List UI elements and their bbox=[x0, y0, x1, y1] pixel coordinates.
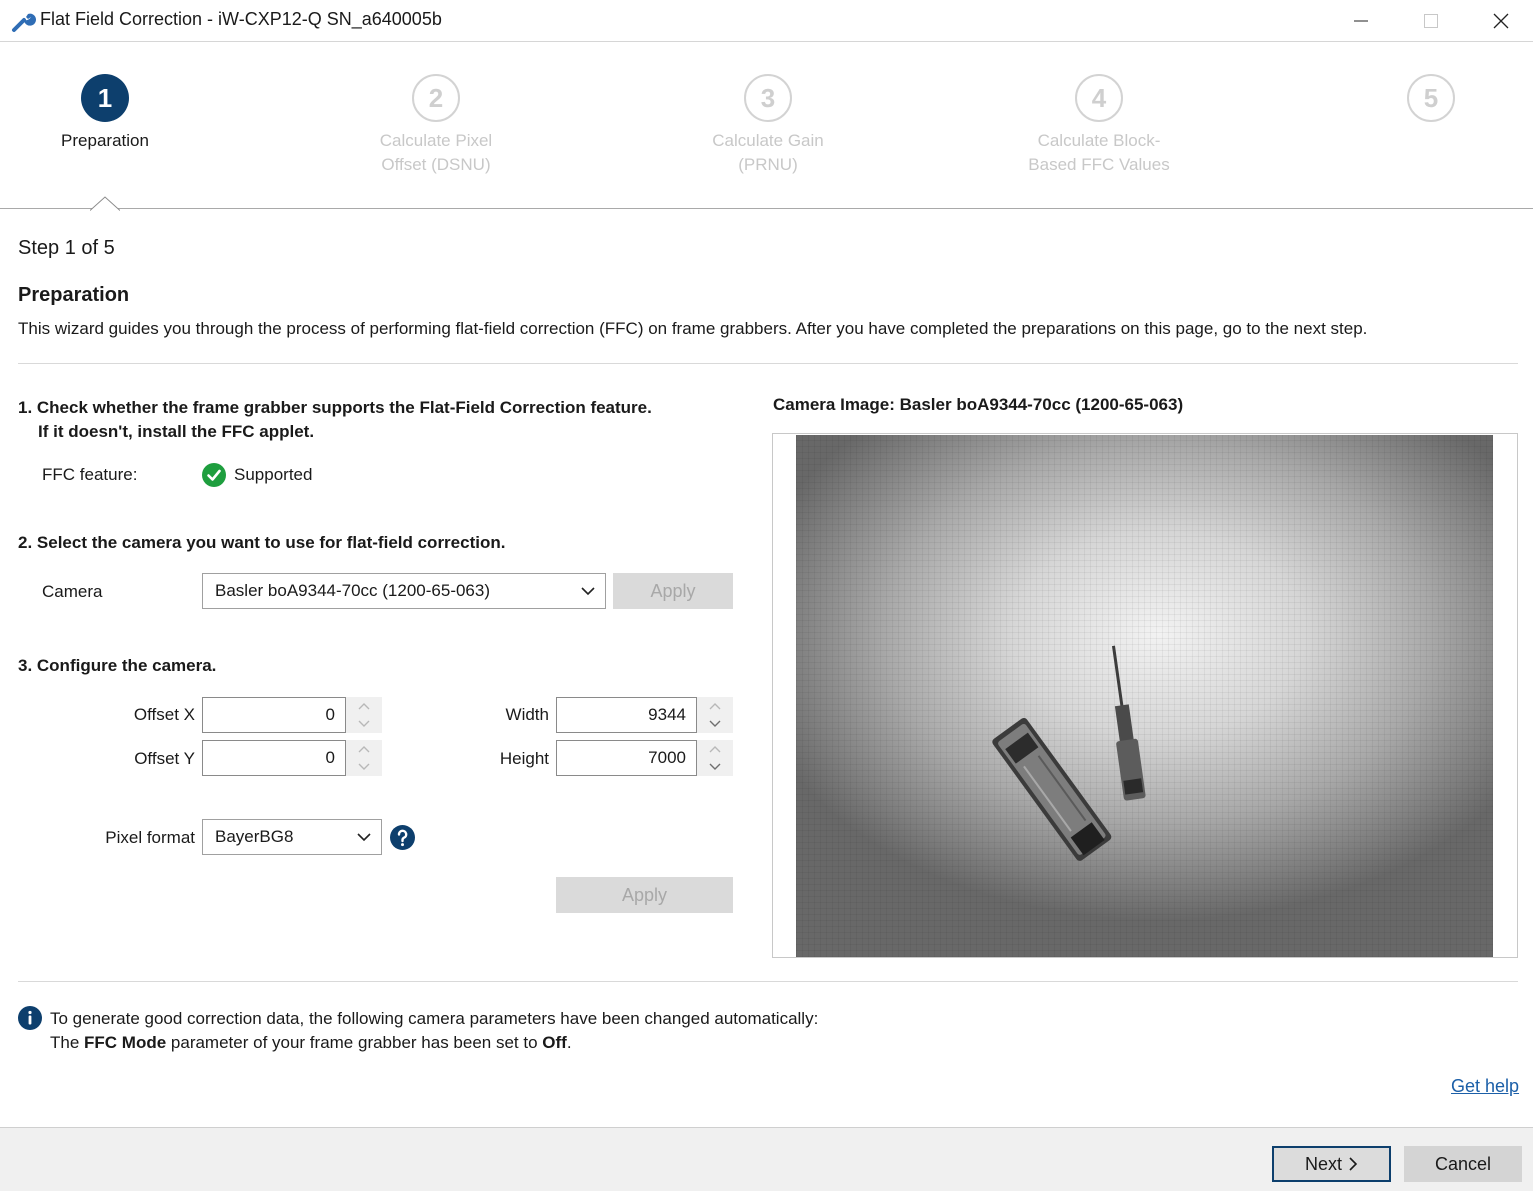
minimize-button[interactable] bbox=[1326, 0, 1396, 42]
offset-y-decrement-button[interactable] bbox=[346, 758, 382, 776]
ffc-feature-label: FFC feature: bbox=[42, 465, 138, 484]
chevron-up-icon bbox=[358, 703, 370, 710]
step-4-label: Calculate Block-Based FFC Values bbox=[1028, 131, 1170, 174]
chevron-up-icon bbox=[709, 703, 721, 710]
next-button[interactable]: Next bbox=[1272, 1146, 1391, 1182]
info-line-2-mid: parameter of your frame grabber has been… bbox=[166, 1033, 543, 1052]
next-button-label: Next bbox=[1304, 1153, 1342, 1174]
chevron-down-icon bbox=[709, 720, 721, 727]
offset-x-increment-button[interactable] bbox=[346, 697, 382, 715]
offset-y-field[interactable]: 0 bbox=[202, 740, 346, 776]
chevron-up-icon bbox=[358, 746, 370, 753]
width-spinner[interactable] bbox=[697, 697, 733, 733]
pixel-format-label: Pixel format bbox=[105, 828, 195, 847]
get-help-link[interactable]: Get help bbox=[1451, 1076, 1519, 1097]
configure-apply-button[interactable]: Apply bbox=[556, 877, 733, 913]
step-3-number: 3 bbox=[744, 74, 792, 122]
title-bar: Flat Field Correction - iW-CXP12-Q SN_a6… bbox=[0, 0, 1533, 42]
info-ffc-mode: FFC Mode bbox=[84, 1033, 167, 1052]
info-line-2-prefix: The bbox=[50, 1033, 85, 1052]
camera-image bbox=[796, 435, 1493, 957]
step-5-number: 5 bbox=[1407, 74, 1455, 122]
section-1-title: 1. Check whether the frame grabber suppo… bbox=[18, 396, 652, 444]
header-divider bbox=[18, 363, 1518, 364]
info-icon bbox=[18, 1006, 42, 1030]
page-description: This wizard guides you through the proce… bbox=[18, 319, 1368, 338]
ffc-status: Supported bbox=[234, 465, 313, 484]
width-field[interactable]: 9344 bbox=[556, 697, 697, 733]
step-4-number: 4 bbox=[1075, 74, 1123, 122]
cancel-button[interactable]: Cancel bbox=[1404, 1146, 1522, 1182]
section-1-title-line1: 1. Check whether the frame grabber suppo… bbox=[18, 398, 652, 417]
offset-y-increment-button[interactable] bbox=[346, 740, 382, 758]
chevron-up-icon bbox=[709, 746, 721, 753]
offset-x-field[interactable]: 0 bbox=[202, 697, 346, 733]
check-circle-icon bbox=[202, 463, 226, 487]
close-icon bbox=[1493, 13, 1509, 29]
offset-x-spinner[interactable] bbox=[346, 697, 382, 733]
info-off-value: Off bbox=[542, 1033, 567, 1052]
page-title: Preparation bbox=[18, 284, 130, 306]
camera-image-objects bbox=[992, 645, 1146, 861]
height-spinner[interactable] bbox=[697, 740, 733, 776]
pixel-format-value: BayerBG8 bbox=[215, 827, 294, 846]
step-2-label: Calculate Pixel Offset (DSNU) bbox=[379, 131, 493, 174]
info-line-2-suffix: . bbox=[566, 1033, 572, 1052]
camera-label: Camera bbox=[42, 582, 103, 601]
wrench-icon bbox=[12, 13, 36, 32]
height-field[interactable]: 7000 bbox=[556, 740, 697, 776]
offset-y-label: Offset Y bbox=[134, 749, 195, 768]
chevron-down-icon bbox=[358, 763, 370, 770]
offset-y-spinner[interactable] bbox=[346, 740, 382, 776]
maximize-button[interactable] bbox=[1396, 0, 1466, 42]
pixel-format-select[interactable]: BayerBG8 bbox=[202, 819, 382, 855]
camera-image-title: Camera Image: Basler boA9344-70cc (1200-… bbox=[773, 395, 1184, 414]
width-label: Width bbox=[505, 705, 549, 724]
step-2: 2 Calculate Pixel Offset (DSNU) bbox=[316, 74, 556, 177]
close-button[interactable] bbox=[1466, 0, 1533, 42]
info-line-2: The FFC Mode parameter of your frame gra… bbox=[50, 1031, 818, 1055]
minimize-icon bbox=[1354, 20, 1368, 22]
chevron-down-icon bbox=[709, 763, 721, 770]
step-2-number: 2 bbox=[412, 74, 460, 122]
maximize-icon bbox=[1424, 14, 1438, 28]
step-5: 5 bbox=[1311, 74, 1533, 122]
content-divider bbox=[18, 981, 1518, 982]
offset-x-label: Offset X bbox=[133, 705, 195, 724]
step-3-label: Calculate Gain (PRNU) bbox=[712, 131, 824, 174]
help-icon[interactable] bbox=[390, 825, 415, 850]
wizard-stepper: 1 Preparation 2 Calculate Pixel Offset (… bbox=[0, 43, 1533, 211]
step-1-number: 1 bbox=[81, 74, 129, 122]
window-title: Flat Field Correction - iW-CXP12-Q SN_a6… bbox=[40, 9, 442, 29]
height-decrement-button[interactable] bbox=[697, 758, 733, 776]
section-3-title: 3. Configure the camera. bbox=[18, 656, 217, 675]
height-label: Height bbox=[499, 749, 549, 768]
camera-select-value: Basler boA9344-70cc (1200-65-063) bbox=[215, 581, 491, 600]
info-message: To generate good correction data, the fo… bbox=[50, 1007, 818, 1055]
active-step-pointer bbox=[90, 196, 120, 211]
step-counter: Step 1 of 5 bbox=[18, 237, 115, 259]
chevron-down-icon bbox=[581, 587, 595, 596]
step-3: 3 Calculate Gain (PRNU) bbox=[648, 74, 888, 177]
chevron-down-icon bbox=[357, 833, 371, 842]
camera-select[interactable]: Basler boA9344-70cc (1200-65-063) bbox=[202, 573, 606, 609]
width-decrement-button[interactable] bbox=[697, 715, 733, 733]
probe-object bbox=[1111, 645, 1146, 801]
step-1-label: Preparation bbox=[61, 131, 149, 150]
chevron-right-icon bbox=[1349, 1157, 1358, 1171]
height-increment-button[interactable] bbox=[697, 740, 733, 758]
info-line-1: To generate good correction data, the fo… bbox=[50, 1009, 819, 1028]
section-2-title: 2. Select the camera you want to use for… bbox=[18, 533, 506, 552]
step-1: 1 Preparation bbox=[0, 74, 225, 153]
step-4: 4 Calculate Block-Based FFC Values bbox=[979, 74, 1219, 177]
width-increment-button[interactable] bbox=[697, 697, 733, 715]
offset-x-decrement-button[interactable] bbox=[346, 715, 382, 733]
camera-apply-button[interactable]: Apply bbox=[613, 573, 733, 609]
chevron-down-icon bbox=[358, 720, 370, 727]
connector-object bbox=[992, 717, 1112, 861]
section-1-title-line2: If it doesn't, install the FFC applet. bbox=[38, 422, 315, 441]
